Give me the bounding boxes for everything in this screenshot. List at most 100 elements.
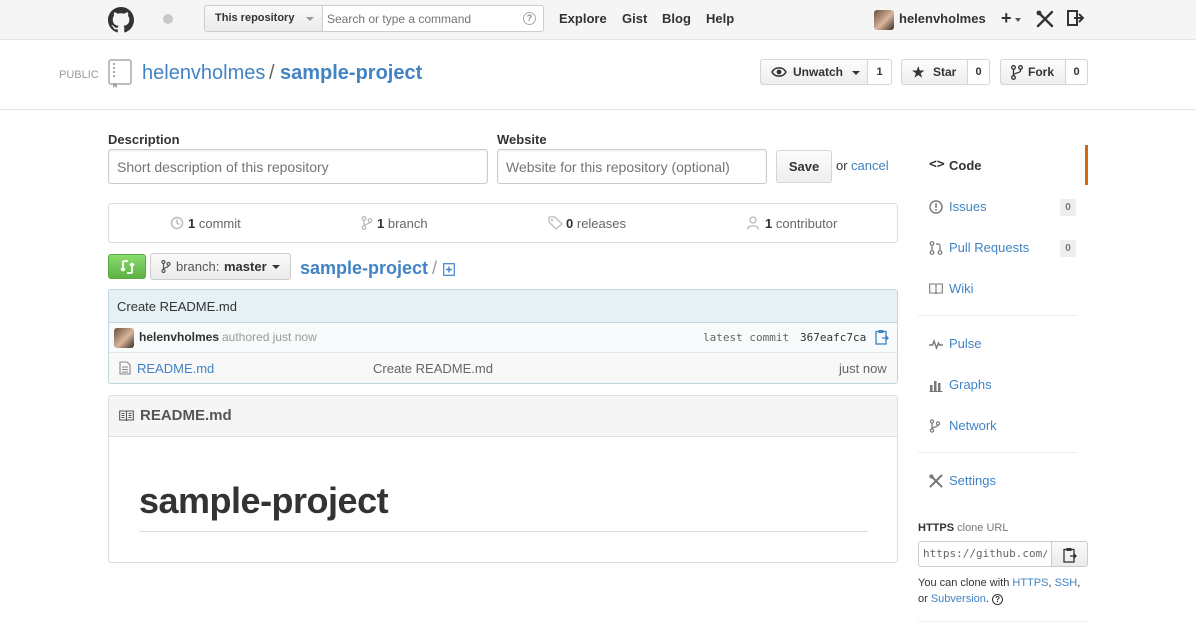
- cancel-link[interactable]: cancel: [851, 158, 889, 173]
- latest-commit-label: latest commit: [703, 331, 790, 344]
- description-input[interactable]: [108, 149, 488, 184]
- sidebar-divider: [918, 452, 1078, 453]
- network-icon: [929, 419, 941, 433]
- branch-selector[interactable]: branch: master: [150, 253, 291, 280]
- stargazers-count[interactable]: 0: [968, 59, 990, 85]
- branches-count: 1: [377, 216, 385, 231]
- clone-help-prefix: You can clone with: [918, 577, 1010, 589]
- issue-icon: [929, 200, 943, 214]
- fork-button[interactable]: Fork: [1000, 59, 1066, 85]
- file-row[interactable]: README.md Create README.md just now: [109, 353, 897, 383]
- clone-or-text: or: [918, 593, 928, 605]
- nav-help-link[interactable]: Help: [706, 11, 734, 26]
- repository-header: PUBLIC helenvholmes / sample-project Unw…: [0, 40, 1196, 110]
- clone-protocol: HTTPS: [918, 522, 955, 534]
- visibility-label: PUBLIC: [59, 69, 99, 81]
- github-logo-icon[interactable]: [108, 7, 134, 33]
- book-icon: [929, 283, 943, 295]
- save-button[interactable]: Save: [776, 150, 832, 183]
- plus-icon: +: [1001, 8, 1012, 28]
- clipboard-icon[interactable]: [875, 329, 889, 345]
- repo-owner-link[interactable]: helenvholmes: [142, 62, 265, 85]
- commits-count: 1: [188, 216, 196, 231]
- repo-name-link[interactable]: sample-project: [280, 62, 422, 85]
- breadcrumb-repo-link[interactable]: sample-project: [300, 258, 428, 279]
- copy-clone-url-button[interactable]: [1051, 541, 1088, 567]
- sidebar-item-code[interactable]: <> Code: [918, 145, 1088, 185]
- search-scope-dropdown[interactable]: This repository: [205, 6, 323, 31]
- sidebar-item-label: Network: [949, 418, 997, 433]
- star-button[interactable]: ★ Star: [901, 59, 968, 85]
- contributors-icon: [746, 216, 760, 230]
- user-avatar[interactable]: [874, 10, 894, 30]
- compare-icon: [120, 260, 135, 274]
- commit-authored-text: authored just now: [222, 330, 317, 344]
- file-commit-message-link[interactable]: Create README.md: [373, 361, 493, 376]
- help-icon[interactable]: ?: [992, 593, 1004, 605]
- sidebar-item-label: Pull Requests: [949, 240, 1030, 255]
- file-text-icon: [119, 361, 131, 375]
- username-link[interactable]: helenvholmes: [899, 11, 986, 26]
- commit-message-link[interactable]: Create README.md: [117, 299, 237, 314]
- chevron-down-icon: [1015, 18, 1021, 22]
- repo-path-separator: /: [269, 62, 275, 84]
- unwatch-button[interactable]: Unwatch: [760, 59, 868, 85]
- star-label: Star: [933, 65, 957, 79]
- breadcrumb-separator: /: [432, 258, 438, 278]
- pull-request-icon: [929, 241, 943, 255]
- issues-count: 0: [1060, 199, 1076, 216]
- description-label: Description: [108, 132, 180, 147]
- fork-label: Fork: [1028, 65, 1055, 79]
- branch-name: master: [224, 259, 267, 274]
- website-label: Website: [497, 132, 547, 147]
- forks-count[interactable]: 0: [1066, 59, 1088, 85]
- search-input[interactable]: [327, 9, 517, 28]
- file-browser: Create README.md helenvholmes authored j…: [108, 289, 898, 384]
- sidebar-divider: [918, 315, 1078, 316]
- or-text: or: [836, 158, 848, 173]
- fork-icon: [1011, 65, 1023, 80]
- sidebar-item-label: Wiki: [949, 281, 974, 296]
- commit-sha-link[interactable]: 367eafc7ca: [800, 331, 866, 344]
- readme-heading: sample-project: [139, 480, 389, 521]
- new-file-icon[interactable]: [443, 263, 455, 276]
- watchers-count[interactable]: 1: [868, 59, 892, 85]
- graph-icon: [929, 381, 943, 392]
- tag-icon: [548, 216, 563, 230]
- history-icon: [170, 216, 184, 230]
- compare-button[interactable]: [108, 254, 146, 279]
- eye-icon: [771, 67, 787, 77]
- website-input[interactable]: [497, 149, 767, 184]
- sidebar-divider: [918, 621, 1088, 622]
- nav-gist-link[interactable]: Gist: [622, 11, 647, 26]
- clone-ssh-link[interactable]: SSH: [1055, 577, 1078, 589]
- author-avatar[interactable]: [114, 328, 134, 348]
- branches-label: branch: [387, 216, 428, 231]
- readme-panel: README.md sample-project: [108, 395, 898, 563]
- nav-explore-link[interactable]: Explore: [559, 11, 607, 26]
- notification-dot-icon[interactable]: [163, 14, 173, 24]
- contributors-label: contributor: [775, 216, 838, 231]
- sidebar-item-label: Settings: [949, 473, 996, 488]
- file-name-link[interactable]: README.md: [137, 361, 214, 376]
- file-age: just now: [839, 361, 887, 376]
- star-icon: ★: [912, 64, 925, 80]
- commits-label: commit: [198, 216, 241, 231]
- nav-blog-link[interactable]: Blog: [662, 11, 691, 26]
- clone-subversion-link[interactable]: Subversion: [931, 593, 986, 605]
- contributors-count: 1: [765, 216, 773, 231]
- sign-out-icon[interactable]: [1066, 9, 1084, 27]
- branch-icon: [361, 216, 373, 230]
- search-scope-label: This repository: [215, 12, 295, 24]
- clone-url-field[interactable]: [918, 541, 1052, 567]
- create-new-menu[interactable]: +: [999, 7, 1023, 31]
- help-icon[interactable]: ?: [523, 12, 536, 25]
- sidebar-item-label: Graphs: [949, 377, 992, 392]
- clone-url-input[interactable]: [923, 547, 1047, 560]
- tools-icon[interactable]: [1036, 10, 1054, 28]
- pulse-icon: [929, 338, 943, 350]
- sidebar-item-label: Pulse: [949, 336, 982, 351]
- clone-https-link[interactable]: HTTPS: [1012, 577, 1048, 589]
- commit-author-link[interactable]: helenvholmes: [139, 330, 219, 344]
- repo-icon: [108, 59, 132, 88]
